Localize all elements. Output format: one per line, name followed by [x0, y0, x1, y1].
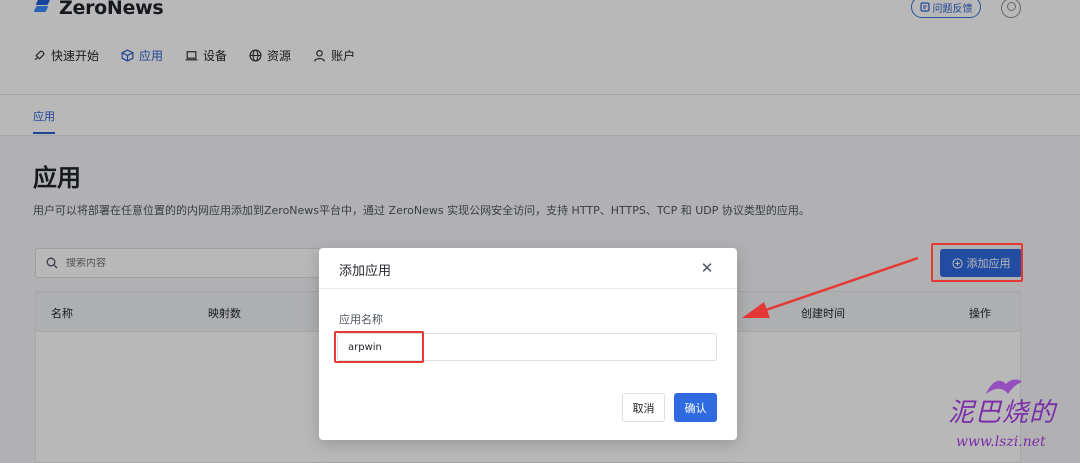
confirm-button[interactable]: 确认: [674, 393, 717, 422]
annotation-box-input: [334, 331, 424, 363]
app-name-label: 应用名称: [339, 313, 383, 326]
dialog-title: 添加应用: [339, 264, 392, 279]
cancel-button[interactable]: 取消: [622, 393, 665, 422]
watermark-url: www.lszi.net: [956, 434, 1046, 450]
add-app-dialog: 添加应用 ✕ 应用名称 取消 确认: [319, 248, 737, 440]
close-icon[interactable]: ✕: [699, 260, 715, 276]
watermark-text: 泥巴烧的: [948, 398, 1057, 428]
watermark: 泥巴烧的 www.lszi.net: [936, 374, 1080, 463]
dialog-header: 添加应用 ✕: [319, 248, 737, 289]
